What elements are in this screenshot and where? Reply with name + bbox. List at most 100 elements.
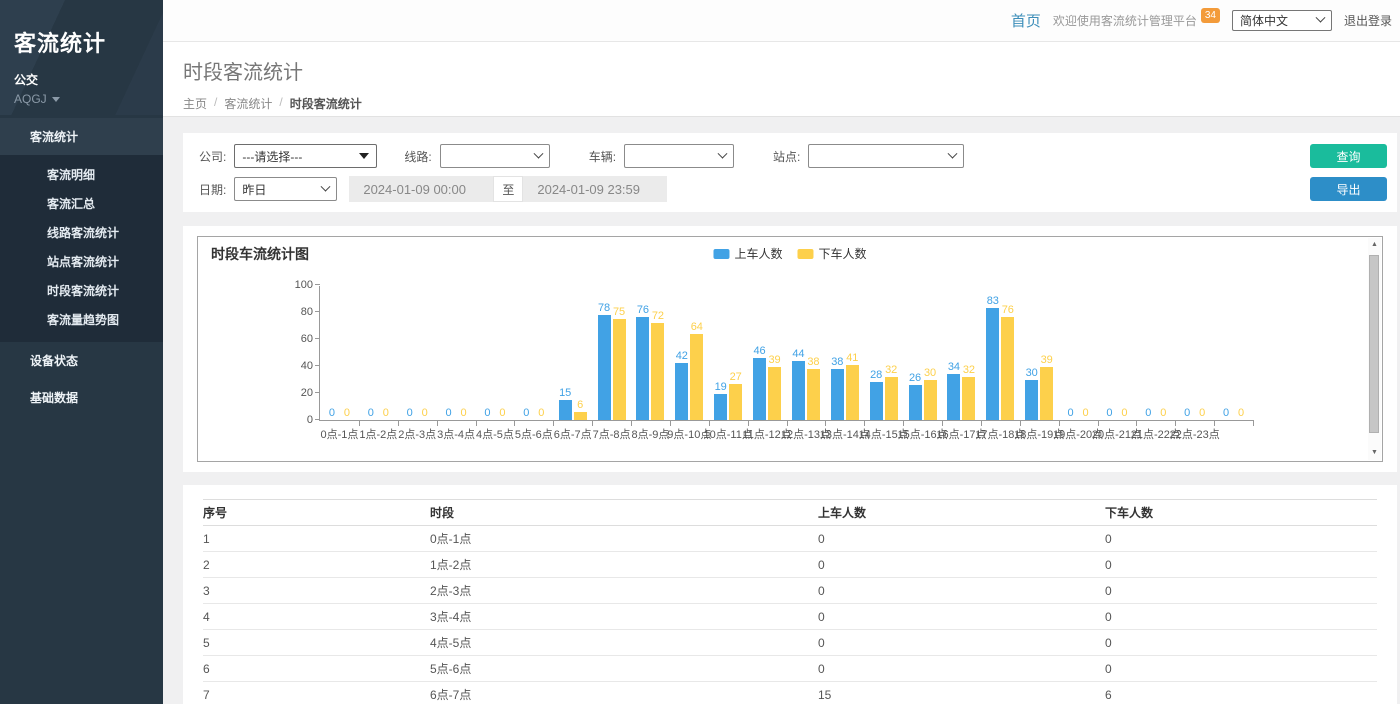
bar-column[interactable]: 76 bbox=[1001, 304, 1014, 420]
bar[interactable] bbox=[924, 380, 937, 421]
bar-column[interactable]: 0 bbox=[340, 407, 353, 420]
sidebar-sub-item[interactable]: 客流量趋势图 bbox=[0, 305, 163, 334]
bar-column[interactable]: 28 bbox=[870, 369, 883, 420]
legend-item[interactable]: 下车人数 bbox=[798, 245, 867, 262]
bar-column[interactable]: 0 bbox=[520, 407, 533, 420]
bar-column[interactable]: 0 bbox=[1181, 407, 1194, 420]
bar-column[interactable]: 15 bbox=[559, 387, 572, 420]
bar-column[interactable]: 42 bbox=[675, 350, 688, 420]
bar-column[interactable]: 0 bbox=[379, 407, 392, 420]
bar-column[interactable]: 38 bbox=[807, 356, 820, 420]
bar-column[interactable]: 46 bbox=[753, 345, 766, 420]
bar-column[interactable]: 39 bbox=[768, 354, 781, 420]
bar-column[interactable]: 38 bbox=[831, 356, 844, 420]
bar-column[interactable]: 30 bbox=[924, 367, 937, 421]
scroll-up-icon[interactable]: ▲ bbox=[1368, 238, 1381, 252]
sidebar-parent-item[interactable]: 设备状态 bbox=[0, 342, 163, 379]
scroll-down-icon[interactable]: ▼ bbox=[1368, 446, 1381, 460]
bar-column[interactable]: 0 bbox=[1157, 407, 1170, 420]
chart-vertical-scrollbar[interactable]: ▲ ▼ bbox=[1368, 238, 1381, 460]
bar[interactable] bbox=[947, 374, 960, 420]
bar-column[interactable]: 30 bbox=[1025, 367, 1038, 421]
date-from-input[interactable]: 2024-01-09 00:00 bbox=[349, 176, 493, 202]
bar[interactable] bbox=[729, 384, 742, 420]
bar[interactable] bbox=[962, 377, 975, 420]
bar[interactable] bbox=[636, 317, 649, 420]
bar-column[interactable]: 0 bbox=[1079, 407, 1092, 420]
date-preset-select[interactable]: 昨日 bbox=[234, 177, 337, 201]
bar-column[interactable]: 39 bbox=[1040, 354, 1053, 420]
bar-column[interactable]: 0 bbox=[325, 407, 338, 420]
company-select[interactable]: ---请选择--- bbox=[234, 144, 377, 168]
sidebar-sub-item[interactable]: 客流汇总 bbox=[0, 189, 163, 218]
bar[interactable] bbox=[651, 323, 664, 420]
bar[interactable] bbox=[1001, 317, 1014, 420]
sidebar-sub-item[interactable]: 站点客流统计 bbox=[0, 247, 163, 276]
sidebar-parent-item[interactable]: 客流统计 bbox=[0, 118, 163, 155]
bar[interactable] bbox=[768, 367, 781, 420]
bar-column[interactable]: 0 bbox=[1220, 407, 1233, 420]
bar-column[interactable]: 0 bbox=[403, 407, 416, 420]
sidebar-sub-item[interactable]: 客流明细 bbox=[0, 160, 163, 189]
language-select[interactable]: 简体中文 bbox=[1232, 10, 1332, 31]
bar-column[interactable]: 0 bbox=[1142, 407, 1155, 420]
bar-column[interactable]: 0 bbox=[1235, 407, 1248, 420]
bar[interactable] bbox=[885, 377, 898, 420]
sidebar-sub-item[interactable]: 时段客流统计 bbox=[0, 276, 163, 305]
bar-column[interactable]: 41 bbox=[846, 352, 859, 420]
export-button[interactable]: 导出 bbox=[1310, 177, 1387, 201]
legend-item[interactable]: 上车人数 bbox=[713, 245, 782, 262]
bar-column[interactable]: 0 bbox=[364, 407, 377, 420]
vehicle-select[interactable] bbox=[624, 144, 734, 168]
bar-column[interactable]: 0 bbox=[535, 407, 548, 420]
bar-column[interactable]: 26 bbox=[909, 372, 922, 420]
sidebar-sub-item[interactable]: 线路客流统计 bbox=[0, 218, 163, 247]
bar[interactable] bbox=[714, 394, 727, 420]
bar-column[interactable]: 0 bbox=[457, 407, 470, 420]
bar-column[interactable]: 19 bbox=[714, 381, 727, 420]
bar-column[interactable]: 0 bbox=[496, 407, 509, 420]
date-to-input[interactable]: 2024-01-09 23:59 bbox=[523, 176, 667, 202]
breadcrumb-item[interactable]: 客流统计 bbox=[224, 95, 272, 112]
bar-column[interactable]: 0 bbox=[1118, 407, 1131, 420]
bar[interactable] bbox=[909, 385, 922, 420]
bar[interactable] bbox=[986, 308, 999, 420]
query-button[interactable]: 查询 bbox=[1310, 144, 1387, 168]
bar-column[interactable]: 34 bbox=[947, 361, 960, 420]
bar-column[interactable]: 64 bbox=[690, 321, 703, 420]
bar-column[interactable]: 0 bbox=[1064, 407, 1077, 420]
bar[interactable] bbox=[613, 319, 626, 420]
bar[interactable] bbox=[846, 365, 859, 420]
bar-column[interactable]: 0 bbox=[1196, 407, 1209, 420]
org-code-dropdown[interactable]: AQGJ bbox=[14, 92, 149, 106]
bar-column[interactable]: 6 bbox=[574, 399, 587, 420]
bar[interactable] bbox=[831, 369, 844, 420]
bar-column[interactable]: 75 bbox=[613, 306, 626, 420]
bar-column[interactable]: 83 bbox=[986, 295, 999, 420]
bar-column[interactable]: 0 bbox=[481, 407, 494, 420]
bar[interactable] bbox=[753, 358, 766, 420]
bar[interactable] bbox=[675, 363, 688, 420]
breadcrumb-item[interactable]: 主页 bbox=[183, 95, 207, 112]
home-link[interactable]: 首页 bbox=[1011, 10, 1041, 31]
logout-link[interactable]: 退出登录 bbox=[1344, 12, 1392, 29]
bar-column[interactable]: 27 bbox=[729, 371, 742, 420]
station-select[interactable] bbox=[808, 144, 964, 168]
bar-column[interactable]: 32 bbox=[885, 364, 898, 420]
bar-column[interactable]: 72 bbox=[651, 310, 664, 420]
bar-column[interactable]: 0 bbox=[442, 407, 455, 420]
bar[interactable] bbox=[598, 315, 611, 420]
bar-column[interactable]: 76 bbox=[636, 304, 649, 420]
bar[interactable] bbox=[559, 400, 572, 420]
bar[interactable] bbox=[690, 334, 703, 420]
bar[interactable] bbox=[574, 412, 587, 420]
bar[interactable] bbox=[807, 369, 820, 420]
line-select[interactable] bbox=[440, 144, 550, 168]
bar[interactable] bbox=[1025, 380, 1038, 421]
bar-column[interactable]: 32 bbox=[962, 364, 975, 420]
scrollbar-thumb[interactable] bbox=[1369, 255, 1379, 433]
bar-column[interactable]: 0 bbox=[418, 407, 431, 420]
bar-column[interactable]: 44 bbox=[792, 348, 805, 420]
bar-column[interactable]: 0 bbox=[1103, 407, 1116, 420]
notification-badge[interactable]: 34 bbox=[1201, 8, 1220, 23]
